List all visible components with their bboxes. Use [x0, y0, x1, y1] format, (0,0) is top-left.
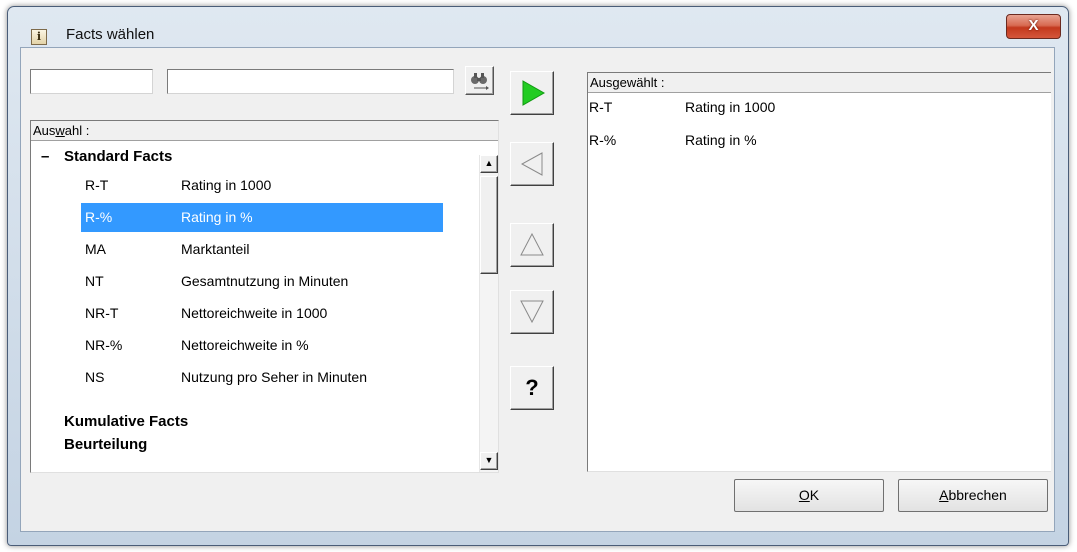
remove-button[interactable] [510, 142, 554, 186]
dialog-client-area: Auswahl : – Standard Facts R-T Rating in… [20, 47, 1055, 532]
search-field-short[interactable] [30, 69, 153, 94]
tree-item[interactable]: NR-T Nettoreichweite in 1000 [81, 299, 443, 328]
ok-button[interactable]: OK [734, 479, 884, 512]
search-button[interactable] [465, 66, 494, 95]
binoculars-icon [466, 73, 493, 97]
app-icon: i [31, 29, 47, 45]
search-field-long[interactable] [167, 69, 454, 94]
add-button[interactable] [510, 71, 554, 115]
help-button[interactable]: ? [510, 366, 554, 410]
cancel-button[interactable]: Abbrechen [898, 479, 1048, 512]
tree-item[interactable]: R-T Rating in 1000 [81, 171, 443, 200]
scroll-up-button[interactable]: ▲ [480, 155, 498, 173]
tree-item[interactable]: NR-% Nettoreichweite in % [81, 331, 443, 360]
move-up-button[interactable] [510, 223, 554, 267]
tree-group-beurteilung[interactable]: Beurteilung [64, 436, 147, 453]
available-facts-list[interactable]: Auswahl : – Standard Facts R-T Rating in… [30, 120, 499, 473]
selected-item[interactable]: R-% Rating in % [587, 132, 1047, 156]
window-title: Facts wählen [66, 26, 155, 43]
tree-group-kumulative-facts[interactable]: Kumulative Facts [64, 413, 188, 430]
tree-item[interactable]: NS Nutzung pro Seher in Minuten [81, 363, 443, 392]
scroll-down-button[interactable]: ▼ [480, 452, 498, 470]
tree-item-selected[interactable]: R-% Rating in % [81, 203, 443, 232]
scroll-thumb[interactable] [480, 176, 498, 274]
tree-item[interactable]: MA Marktanteil [81, 235, 443, 264]
available-list-header: Auswahl : [31, 121, 498, 141]
selected-item[interactable]: R-T Rating in 1000 [587, 99, 1047, 123]
selected-list-header: Ausgewählt : [588, 73, 1051, 93]
tree-item[interactable]: NT Gesamtnutzung in Minuten [81, 267, 443, 296]
vertical-scrollbar[interactable]: ▲ ▼ [479, 155, 498, 472]
move-down-button[interactable] [510, 290, 554, 334]
collapse-toggle[interactable]: – [41, 148, 49, 165]
close-button[interactable]: X [1006, 14, 1061, 39]
tree-group-standard-facts[interactable]: Standard Facts [64, 148, 172, 165]
